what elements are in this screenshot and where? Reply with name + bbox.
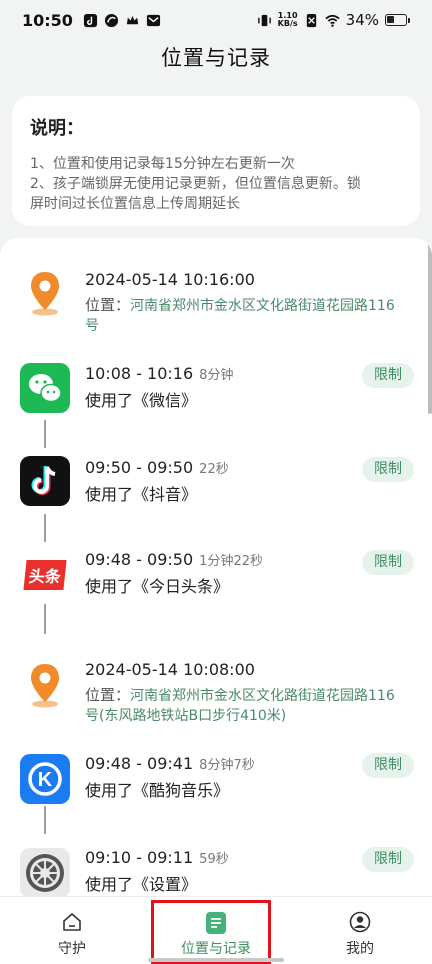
nav-label-mine: 我的 — [346, 941, 374, 957]
no-sim-icon — [306, 13, 316, 27]
usage-app-text: 使用了《抖音》 — [85, 485, 198, 504]
home-icon — [63, 913, 81, 931]
scrollbar[interactable] — [428, 238, 432, 414]
profile-icon — [349, 911, 371, 933]
location-pin-icon — [31, 272, 59, 316]
usage-time-range: 09:48 - 09:41 8分钟7秒 — [85, 754, 255, 773]
timeline-connector — [44, 514, 46, 542]
notice-title: 说明： — [30, 118, 84, 139]
notice-line-1: 1、位置和使用记录每15分钟左右更新一次 — [30, 156, 295, 172]
restrict-button[interactable]: 限制 — [362, 363, 414, 388]
usage-app-text: 使用了《微信》 — [85, 391, 198, 410]
page-title: 位置与记录 — [161, 46, 271, 70]
crown-notification-icon — [126, 15, 139, 24]
timeline-connector — [44, 604, 46, 634]
timeline-connector — [44, 806, 46, 834]
restrict-button[interactable]: 限制 — [362, 753, 414, 778]
usage-app-text: 使用了《今日头条》 — [85, 577, 230, 596]
usage-duration: 1分钟22秒 — [199, 554, 263, 569]
settings-icon — [20, 848, 70, 896]
location-address: 位置：河南省郑州市金水区文化路街道花园路116 号 — [85, 296, 395, 334]
home-indicator[interactable] — [148, 958, 284, 962]
usage-duration: 59秒 — [199, 852, 229, 867]
douyin-icon — [20, 456, 70, 506]
restrict-button[interactable]: 限制 — [362, 550, 414, 575]
status-time: 10:50 — [22, 10, 73, 30]
mail-notification-icon — [146, 14, 160, 26]
usage-time-range: 09:10 - 09:11 59秒 — [85, 848, 229, 867]
timeline-list[interactable]: 2024-05-14 10:16:00 位置：河南省郑州市金水区文化路街道花园路… — [0, 238, 432, 896]
kugou-icon: K — [20, 754, 70, 804]
location-pin-icon — [31, 664, 59, 708]
vibrate-icon — [257, 14, 271, 26]
notice-card: 说明： 1、位置和使用记录每15分钟左右更新一次 2、孩子端锁屏无使用记录更新，… — [12, 96, 420, 226]
usage-duration: 8分钟 — [199, 368, 234, 383]
usage-app-text: 使用了《酷狗音乐》 — [85, 781, 230, 800]
location-time: 2024-05-14 10:08:00 — [85, 660, 255, 679]
battery-icon — [385, 14, 410, 26]
highlight-annotation — [151, 900, 271, 964]
browser-notification-icon — [104, 13, 118, 27]
restrict-button[interactable]: 限制 — [362, 847, 414, 872]
location-address: 位置：河南省郑州市金水区文化路街道花园路116 号(东风路地铁站B口步行410米… — [85, 686, 395, 724]
toutiao-icon: 头条 — [20, 554, 70, 596]
notice-line-2: 2、孩子端锁屏无使用记录更新，但位置信息更新。锁 — [30, 176, 361, 192]
nav-tab-mine[interactable]: 我的 — [318, 897, 402, 964]
timeline-connector — [44, 420, 46, 448]
notice-line-2-cont: 屏时间过长位置信息上传周期延长 — [30, 196, 240, 212]
usage-app-text: 使用了《设置》 — [85, 875, 198, 894]
status-bar: 10:50 1.10 KB/s 34% — [0, 0, 432, 40]
usage-duration: 8分钟7秒 — [199, 758, 255, 773]
svg-text:K: K — [38, 769, 53, 791]
nav-tab-guard[interactable]: 守护 — [30, 897, 114, 964]
location-time: 2024-05-14 10:16:00 — [85, 270, 255, 289]
usage-time-range: 09:50 - 09:50 22秒 — [85, 458, 229, 477]
usage-time-range: 10:08 - 10:16 8分钟 — [85, 364, 234, 383]
usage-duration: 22秒 — [199, 462, 229, 477]
wechat-icon — [20, 363, 70, 413]
restrict-button[interactable]: 限制 — [362, 457, 414, 482]
wifi-icon — [325, 14, 340, 27]
nav-label-guard: 守护 — [58, 941, 86, 957]
usage-time-range: 09:48 - 09:50 1分钟22秒 — [85, 550, 263, 569]
battery-percent: 34% — [345, 11, 379, 29]
net-speed: 1.10 KB/s — [277, 11, 298, 28]
tiktok-notification-icon — [83, 13, 97, 27]
